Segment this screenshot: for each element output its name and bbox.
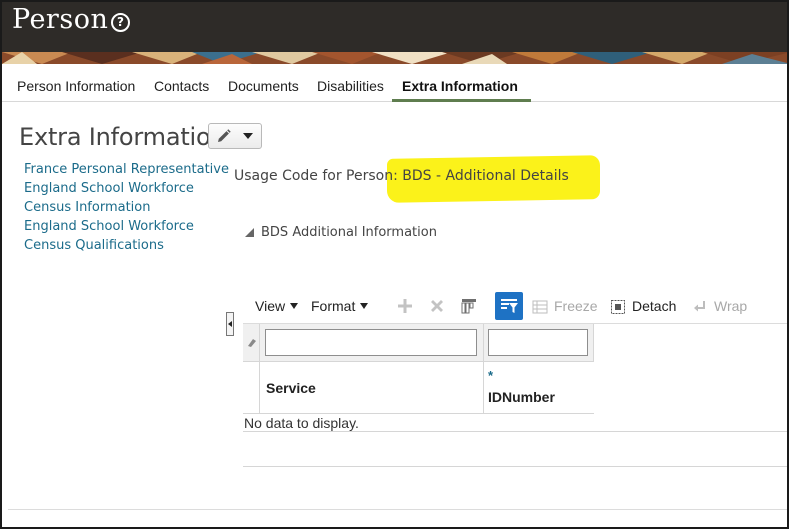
- tab-disabilities[interactable]: Disabilities: [317, 78, 384, 94]
- view-menu[interactable]: View: [255, 298, 299, 314]
- disclosure-triangle-icon[interactable]: [245, 228, 254, 237]
- column-divider: [259, 362, 260, 414]
- page-header: Person ?: [2, 2, 787, 52]
- section-title: Extra Information: [19, 123, 226, 151]
- eraser-icon[interactable]: [246, 336, 258, 348]
- filter-icon: [501, 299, 518, 313]
- pencil-icon: [218, 129, 231, 142]
- column-divider: [483, 362, 484, 414]
- freeze-icon[interactable]: [532, 299, 548, 315]
- table-toolbar: View Format Freeze Detach Wrap: [243, 292, 787, 324]
- usage-code-value: BDS - Additional Details: [402, 168, 569, 184]
- empty-table-message: No data to display.: [244, 415, 359, 431]
- page-title: Person: [12, 4, 109, 35]
- service-filter-input[interactable]: [265, 329, 477, 356]
- usage-code: Usage Code for Person: BDS - Additional …: [234, 168, 569, 184]
- required-indicator: *: [488, 368, 494, 383]
- columns-icon[interactable]: [460, 297, 478, 315]
- tab-person-information[interactable]: Person Information: [17, 78, 135, 94]
- panel-collapse-handle[interactable]: [226, 312, 234, 336]
- column-header-row: Service * IDNumber: [243, 362, 594, 414]
- app-window: Person ? Person Information Contacts Doc…: [0, 0, 789, 529]
- extra-info-type-list: France Personal Representative England S…: [24, 160, 229, 255]
- idnumber-filter-input[interactable]: [488, 329, 588, 356]
- column-divider: [483, 324, 484, 362]
- help-circle-icon[interactable]: ?: [111, 13, 130, 32]
- wrap-icon[interactable]: [692, 299, 708, 315]
- bds-additional-information-header[interactable]: BDS Additional Information: [245, 225, 437, 240]
- chevron-down-icon: [243, 133, 253, 139]
- column-divider: [259, 324, 260, 362]
- column-divider: [593, 324, 594, 362]
- add-icon[interactable]: [396, 297, 414, 315]
- link-france-personal-representative[interactable]: France Personal Representative: [24, 160, 229, 179]
- query-by-example-button[interactable]: [495, 292, 523, 320]
- page-bottom-divider: [8, 509, 787, 510]
- chevron-down-icon: [290, 303, 299, 309]
- table-bottom-divider: [243, 431, 787, 432]
- tab-bar: Person Information Contacts Documents Di…: [2, 64, 787, 102]
- delete-icon[interactable]: [428, 297, 446, 315]
- link-england-school-workforce-2[interactable]: England School Workforce: [24, 217, 229, 236]
- tab-documents[interactable]: Documents: [228, 78, 299, 94]
- filter-row: [243, 324, 594, 362]
- decorative-banner: [2, 52, 787, 64]
- column-header-idnumber[interactable]: IDNumber: [488, 389, 555, 405]
- usage-code-label: Usage Code for Person:: [234, 168, 398, 184]
- tab-extra-information[interactable]: Extra Information: [402, 78, 518, 94]
- column-header-service[interactable]: Service: [266, 380, 316, 396]
- detach-button[interactable]: Detach: [632, 298, 676, 314]
- detach-icon[interactable]: [610, 299, 626, 315]
- link-census-information[interactable]: Census Information: [24, 198, 229, 217]
- format-menu-label: Format: [311, 298, 356, 314]
- link-census-qualifications[interactable]: Census Qualifications: [24, 236, 229, 255]
- subsection-title: BDS Additional Information: [261, 225, 437, 240]
- format-menu[interactable]: Format: [311, 298, 369, 314]
- chevron-down-icon: [360, 303, 369, 309]
- section-bottom-divider: [243, 466, 787, 467]
- freeze-button[interactable]: Freeze: [554, 298, 598, 314]
- edit-menu-button[interactable]: [208, 123, 262, 149]
- active-tab-indicator: [392, 99, 531, 102]
- chevron-left-icon: [228, 321, 232, 327]
- tab-contacts[interactable]: Contacts: [154, 78, 209, 94]
- wrap-button[interactable]: Wrap: [714, 298, 747, 314]
- view-menu-label: View: [255, 298, 286, 314]
- link-england-school-workforce[interactable]: England School Workforce: [24, 179, 229, 198]
